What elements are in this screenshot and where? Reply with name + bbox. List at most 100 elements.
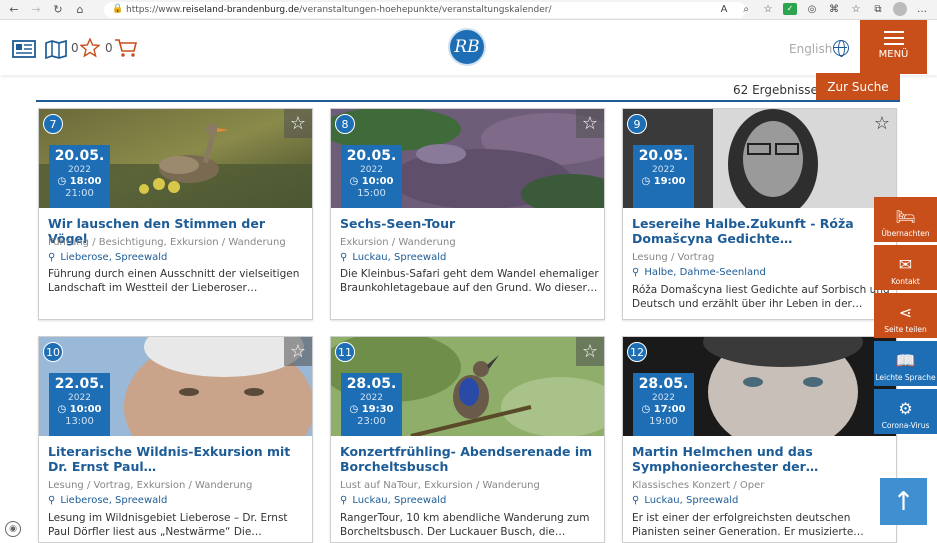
location-pin-icon: ⚲: [48, 495, 56, 506]
results-divider: [36, 100, 900, 102]
back-icon[interactable]: ←: [6, 2, 22, 18]
favorite-star-icon[interactable]: ☆: [868, 109, 896, 138]
side-action-bar: 🛏 Übernachten ✉ Kontakt ⋖ Seite teilen 📖…: [874, 197, 937, 437]
sidebar-item-label: Kontakt: [891, 277, 920, 286]
event-start-time: 19:30: [361, 404, 394, 415]
favorite-star-icon[interactable]: ☆: [576, 109, 604, 138]
map-icon[interactable]: [45, 40, 67, 59]
zoom-icon[interactable]: ⌕: [739, 4, 753, 15]
event-category: Exkursion / Wanderung: [340, 237, 456, 248]
event-category: Lust auf NaTour, Exkursion / Wanderung: [340, 480, 540, 491]
event-end-time: 19:00: [649, 416, 678, 427]
site-logo[interactable]: RB: [448, 28, 486, 66]
event-description: Lesung im Wildnisgebiet Lieberose – Dr. …: [48, 512, 288, 538]
event-title[interactable]: Konzertfrühling- Abendserenade im Borche…: [340, 444, 600, 474]
location-pin-icon: ⚲: [340, 495, 348, 506]
extension-icon[interactable]: ◎: [805, 4, 819, 15]
event-date: 28.05.: [638, 376, 689, 392]
menu-button[interactable]: MENÜ: [860, 20, 927, 74]
event-date-badge: 28.05. 2022 ◷ 17:00 19:00: [633, 373, 694, 436]
event-title[interactable]: Sechs-Seen-Tour: [340, 216, 600, 231]
event-number: 8: [335, 114, 355, 134]
sidebar-item-label: Übernachten: [881, 229, 930, 238]
event-description: Er ist einer der erfolgreichsten deutsch…: [632, 512, 864, 538]
menu-label: MENÜ: [878, 48, 909, 60]
event-title[interactable]: Martin Helmchen und das Symphonieorchest…: [632, 444, 892, 474]
event-number: 9: [627, 114, 647, 134]
clock-icon: ◷: [57, 404, 70, 415]
event-year: 2022: [360, 165, 383, 175]
event-start-time: 19:00: [653, 176, 686, 187]
event-start-time: 17:00: [653, 404, 686, 415]
star-icon[interactable]: [80, 38, 100, 58]
read-aloud-icon[interactable]: A: [717, 4, 731, 15]
event-year: 2022: [68, 165, 91, 175]
event-number: 11: [335, 342, 355, 362]
event-date: 20.05.: [54, 148, 105, 164]
globe-icon[interactable]: [833, 40, 849, 57]
mail-icon: ✉: [898, 255, 913, 274]
event-date-badge: 22.05. 2022 ◷ 10:00 13:00: [49, 373, 110, 436]
hamburger-icon: [883, 30, 904, 33]
event-date-badge: 20.05. 2022 ◷ 18:00 21:00: [49, 145, 110, 208]
lock-icon: 🔒: [112, 4, 124, 14]
event-card[interactable]: 8 ☆ 20.05. 2022 ◷ 10:00 15:00 Sechs-Seen…: [330, 108, 605, 320]
favorite-star-icon[interactable]: ☆: [576, 337, 604, 366]
sidebar-item-label: Leichte Sprache: [875, 373, 936, 382]
event-date-badge: 20.05. 2022 ◷ 10:00 15:00: [341, 145, 402, 208]
event-card[interactable]: 9 ☆ 20.05. 2022 ◷ 19:00 Lesereihe Halbe.…: [622, 108, 897, 320]
favorite-star-icon[interactable]: ☆: [284, 109, 312, 138]
bed-icon: 🛏: [895, 207, 916, 226]
reload-icon[interactable]: ↻: [50, 2, 66, 18]
event-number: 10: [43, 342, 63, 362]
location-pin-icon: ⚲: [632, 267, 640, 278]
event-category: Führung / Besichtigung, Exkursion / Wand…: [48, 237, 286, 248]
location-pin-icon: ⚲: [340, 252, 348, 263]
event-year: 2022: [652, 165, 675, 175]
sidebar-item-corona[interactable]: ⚙ Corona-Virus: [874, 389, 937, 434]
arrow-up-icon: ↑: [892, 486, 915, 517]
scroll-to-top-button[interactable]: ↑: [880, 478, 927, 525]
event-description: Die Kleinbus-Safari geht dem Wandel ehem…: [340, 268, 599, 294]
search-button[interactable]: Zur Suche: [816, 73, 900, 100]
sidebar-item-label: Seite teilen: [884, 325, 927, 334]
extension-check-icon[interactable]: ✓: [783, 3, 797, 15]
profile-avatar[interactable]: [893, 2, 907, 16]
address-bar[interactable]: 🔒 https://www. reiseland-brandenburg.de/v…: [104, 2, 746, 18]
favorites-bar-icon[interactable]: ☆: [849, 4, 863, 15]
forward-icon[interactable]: →: [28, 2, 44, 18]
event-card[interactable]: 12 ☆ 28.05. 2022 ◷ 17:00 19:00 Martin He…: [622, 336, 897, 543]
more-icon[interactable]: …: [915, 4, 929, 15]
event-card[interactable]: 10 ☆ 22.05. 2022 ◷ 10:00 13:00 Literaris…: [38, 336, 313, 543]
newspaper-icon[interactable]: [12, 40, 36, 58]
favorite-page-icon[interactable]: ☆: [761, 4, 775, 15]
collections-icon[interactable]: ⧉: [871, 4, 885, 15]
favorites-count: 0: [71, 41, 79, 55]
event-location: Lieberose, Spreewald: [60, 252, 168, 263]
clock-icon: ◷: [349, 176, 362, 187]
cart-icon[interactable]: [114, 38, 138, 58]
event-location: Lieberose, Spreewald: [60, 495, 168, 506]
virus-icon: ⚙: [898, 399, 913, 418]
home-icon[interactable]: ⌂: [72, 2, 88, 18]
event-date-badge: 20.05. 2022 ◷ 19:00: [633, 145, 694, 208]
fingerprint-icon[interactable]: ◉: [5, 521, 21, 537]
event-date: 28.05.: [346, 376, 397, 392]
event-card[interactable]: 11 ☆ 28.05. 2022 ◷ 19:30 23:00 Konzertfr…: [330, 336, 605, 543]
sidebar-item-kontakt[interactable]: ✉ Kontakt: [874, 245, 937, 290]
sidebar-item-leichte-sprache[interactable]: 📖 Leichte Sprache: [874, 341, 937, 386]
url-prefix: https://www.: [126, 5, 183, 15]
sidebar-item-share[interactable]: ⋖ Seite teilen: [874, 293, 937, 338]
browser-toolbar: ← → ↻ ⌂ 🔒 https://www. reiseland-brandenb…: [0, 0, 937, 20]
event-card[interactable]: 7 ☆ 20.05. 2022 ◷ 18:00 21:00 Wir lausch…: [38, 108, 313, 320]
sidebar-item-uebernachten[interactable]: 🛏 Übernachten: [874, 197, 937, 242]
event-title[interactable]: Lesereihe Halbe.Zukunft - Róža Domašcyna…: [632, 216, 892, 246]
favorite-star-icon[interactable]: ☆: [284, 337, 312, 366]
event-start-time: 10:00: [361, 176, 394, 187]
event-number: 12: [627, 342, 647, 362]
language-switch[interactable]: English: [789, 42, 832, 56]
extension-puzzle-icon[interactable]: ⌘: [827, 4, 841, 15]
event-date: 22.05.: [54, 376, 105, 392]
event-title[interactable]: Literarische Wildnis-Exkursion mit Dr. E…: [48, 444, 308, 474]
book-reader-icon: 📖: [895, 351, 916, 370]
